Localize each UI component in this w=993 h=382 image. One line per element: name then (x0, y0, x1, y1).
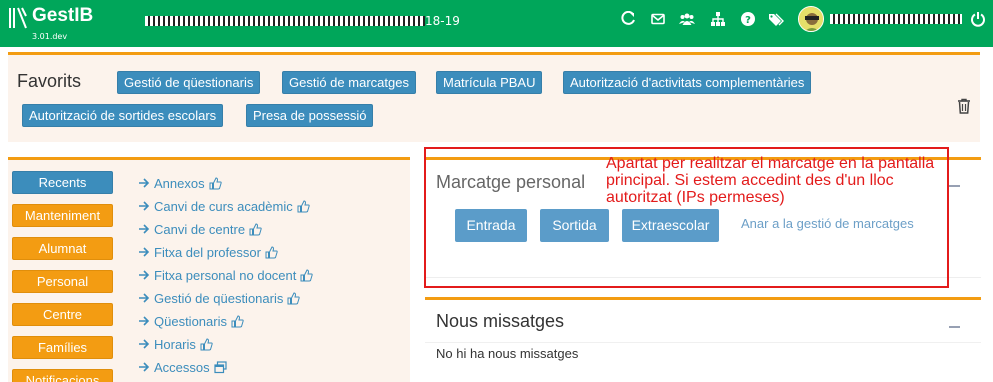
recent-link-horaris[interactable]: Horaris (138, 336, 213, 352)
recent-link-canvi-curs[interactable]: Canvi de curs acadèmic (138, 198, 310, 214)
thumbs-up-icon[interactable] (231, 314, 244, 328)
recent-link-annexos[interactable]: Annexos (138, 175, 222, 191)
favorits-title: Favorits (17, 71, 82, 91)
arrow-right-icon (138, 246, 150, 258)
annotation-text: Apartat per realitzar el marcatge en la … (606, 155, 935, 206)
sitemap-icon[interactable] (710, 11, 726, 27)
recent-link-accessos[interactable]: Accessos (138, 359, 227, 375)
thumbs-up-icon[interactable] (249, 222, 262, 236)
messages-empty-text: No hi ha nous missatges (436, 346, 579, 361)
divider (425, 342, 981, 343)
menu-button-notificacions[interactable]: Notificacions (12, 369, 113, 382)
recent-link-label: Canvi de curs acadèmic (154, 198, 293, 214)
arrow-right-icon (138, 315, 150, 327)
svg-text:?: ? (745, 15, 751, 26)
menu-button-families[interactable]: Famílies (12, 336, 113, 359)
collapse-minus-icon[interactable] (949, 185, 960, 187)
recent-link-label: Fitxa personal no docent (154, 267, 297, 283)
menu-button-manteniment[interactable]: Manteniment (12, 204, 113, 227)
thumbs-up-icon[interactable] (287, 291, 301, 305)
menu-button-personal[interactable]: Personal (12, 270, 113, 293)
recent-link-label: Accessos (154, 359, 210, 375)
recent-link-label: Fitxa del professor (154, 244, 261, 260)
arrow-right-icon (138, 269, 150, 281)
fav-button-autoritzacio-sortides[interactable]: Autorització de sortides escolars (22, 104, 224, 127)
recent-link-label: Canvi de centre (154, 221, 246, 237)
app-name[interactable]: GestIB (32, 5, 93, 27)
thumbs-up-icon[interactable] (265, 245, 278, 259)
fav-button-gestio-questionaris[interactable]: Gestió de qüestionaris (117, 71, 261, 94)
fav-button-matricula-pbau[interactable]: Matrícula PBAU (436, 71, 543, 94)
thumbs-up-icon[interactable] (200, 337, 213, 351)
users-icon[interactable] (679, 11, 695, 27)
top-navbar: GestIB 3.01.dev 18-19 ? (0, 0, 993, 47)
recent-link-gestio-questionaris[interactable]: Gestió de qüestionaris (138, 290, 301, 306)
collapse-minus-icon[interactable] (949, 326, 960, 328)
trash-icon[interactable] (957, 98, 971, 114)
app-version: 3.01.dev (32, 32, 68, 41)
arrow-right-icon (138, 177, 150, 189)
recent-link-label: Horaris (154, 336, 196, 352)
recent-link-canvi-centre[interactable]: Canvi de centre (138, 221, 262, 237)
window-restore-icon[interactable] (214, 360, 227, 374)
envelope-icon[interactable] (650, 11, 666, 27)
recent-link-fitxa-professor[interactable]: Fitxa del professor (138, 244, 278, 260)
fav-button-gestio-marcatges[interactable]: Gestió de marcatges (282, 71, 416, 94)
recent-link-questionaris[interactable]: Qüestionaris (138, 313, 244, 329)
gestib-logo-icon (8, 6, 28, 30)
fav-button-autoritzacio-activitats[interactable]: Autorització d'activitats complementàrie… (563, 71, 812, 94)
redacted-center-name (145, 16, 425, 26)
fav-button-presa-possessio[interactable]: Presa de possessió (246, 104, 374, 127)
thumbs-up-icon[interactable] (300, 268, 314, 282)
academic-year: 18-19 (425, 14, 460, 28)
arrow-right-icon (138, 338, 150, 350)
menu-button-recents[interactable]: Recents (12, 171, 113, 194)
question-icon[interactable]: ? (740, 11, 756, 27)
thumbs-up-icon[interactable] (209, 176, 222, 190)
recent-link-fitxa-personal[interactable]: Fitxa personal no docent (138, 267, 314, 283)
messages-title: Nous missatges (436, 311, 565, 331)
redacted-user-name (830, 14, 962, 24)
power-icon[interactable] (970, 11, 986, 27)
menu-button-centre[interactable]: Centre (12, 303, 113, 326)
user-avatar[interactable] (798, 6, 824, 32)
arrow-right-icon (138, 292, 150, 304)
menu-button-alumnat[interactable]: Alumnat (12, 237, 113, 260)
tags-icon[interactable] (768, 11, 784, 27)
refresh-icon[interactable] (620, 11, 636, 27)
recent-link-label: Qüestionaris (154, 313, 227, 329)
thumbs-up-icon[interactable] (297, 199, 310, 213)
favorits-panel (8, 52, 980, 142)
arrow-right-icon (138, 200, 150, 212)
recent-link-label: Gestió de qüestionaris (154, 290, 284, 306)
messages-panel (425, 297, 981, 382)
recent-link-label: Annexos (154, 175, 205, 191)
arrow-right-icon (138, 223, 150, 235)
arrow-right-icon (138, 361, 150, 373)
